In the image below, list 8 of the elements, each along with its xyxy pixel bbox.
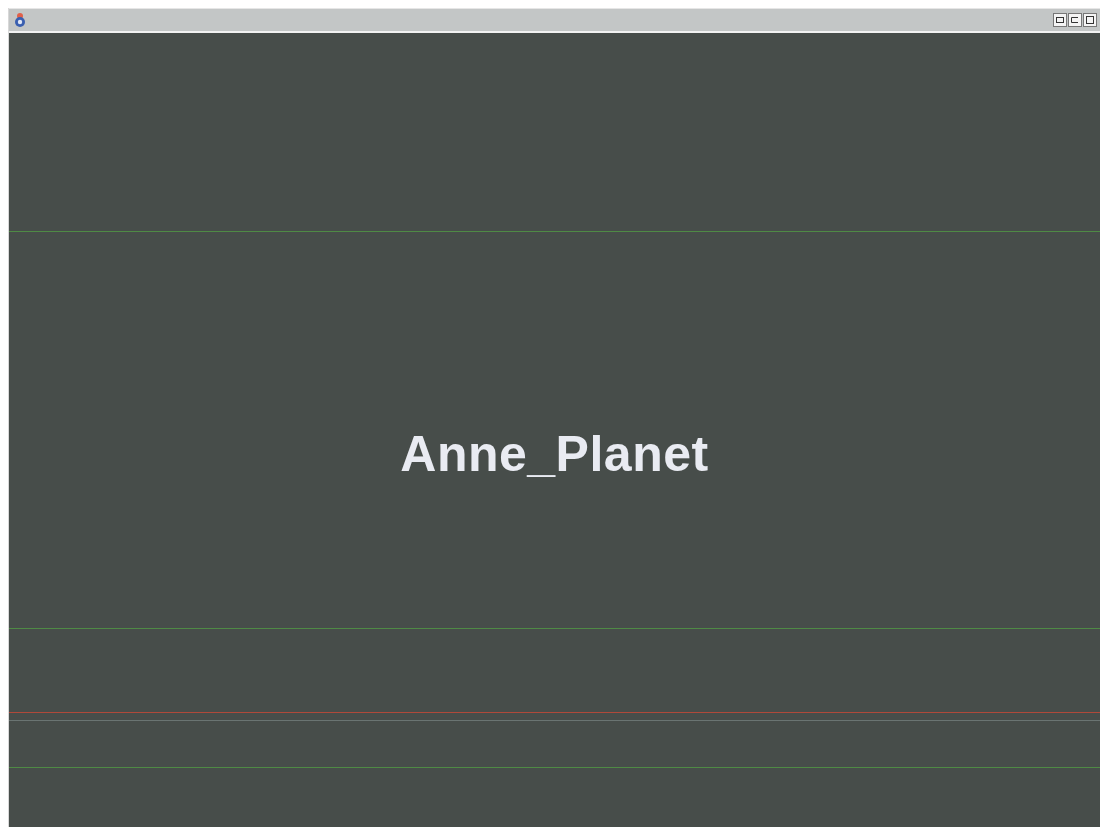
app-icon bbox=[12, 12, 28, 28]
restore-button[interactable] bbox=[1068, 13, 1082, 27]
minimize-icon bbox=[1056, 17, 1064, 23]
canvas-title: Anne_Planet bbox=[400, 425, 709, 483]
restore-icon bbox=[1071, 17, 1079, 23]
maximize-icon bbox=[1086, 16, 1094, 24]
maximize-button[interactable] bbox=[1083, 13, 1097, 27]
minimize-button[interactable] bbox=[1053, 13, 1067, 27]
